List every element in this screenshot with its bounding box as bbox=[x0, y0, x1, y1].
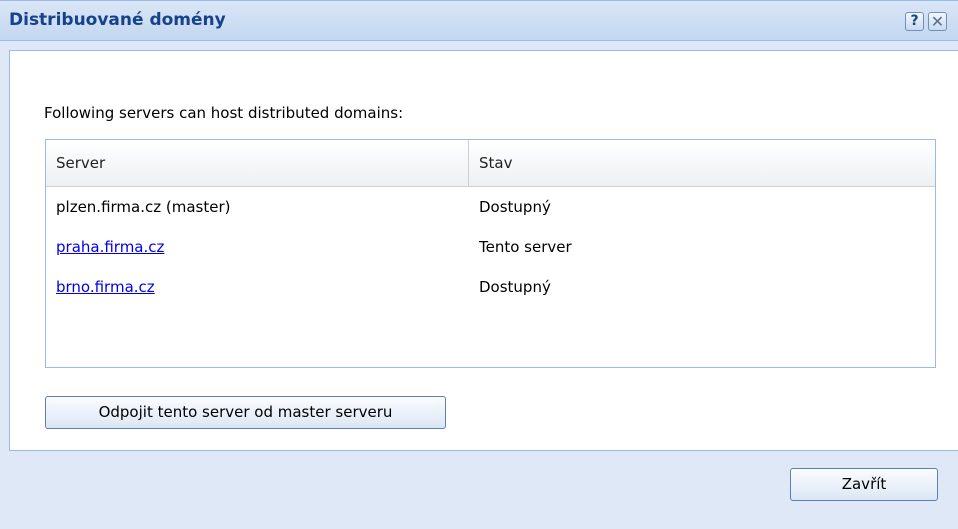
server-link[interactable]: brno.firma.cz bbox=[56, 278, 155, 296]
close-icon[interactable]: ✕ bbox=[928, 12, 947, 31]
status-cell: Dostupný bbox=[479, 198, 551, 216]
status-cell: Dostupný bbox=[479, 278, 551, 296]
grid-header: Server Stav bbox=[46, 140, 935, 187]
servers-grid: Server Stav plzen.firma.cz (master) Dost… bbox=[45, 139, 936, 368]
table-row[interactable]: praha.firma.cz Tento server bbox=[46, 227, 935, 267]
intro-text: Following servers can host distributed d… bbox=[44, 104, 404, 122]
disconnect-from-master-button[interactable]: Odpojit tento server od master serveru bbox=[45, 396, 446, 429]
column-header-server[interactable]: Server bbox=[46, 140, 469, 186]
distributed-domains-dialog: Distribuované domény ? ✕ Following serve… bbox=[0, 0, 958, 529]
server-cell: plzen.firma.cz (master) bbox=[56, 198, 231, 216]
dialog-title: Distribuované domény bbox=[9, 10, 226, 30]
close-button[interactable]: Zavřít bbox=[790, 468, 938, 501]
server-cell: praha.firma.cz bbox=[46, 227, 469, 267]
status-cell: Tento server bbox=[479, 238, 572, 256]
dialog-titlebar: Distribuované domény ? ✕ bbox=[0, 1, 958, 41]
column-header-status[interactable]: Stav bbox=[469, 140, 935, 186]
dialog-body: Following servers can host distributed d… bbox=[9, 50, 958, 451]
table-row[interactable]: brno.firma.cz Dostupný bbox=[46, 267, 935, 307]
server-link[interactable]: praha.firma.cz bbox=[56, 238, 164, 256]
table-row[interactable]: plzen.firma.cz (master) Dostupný bbox=[46, 187, 935, 227]
help-icon[interactable]: ? bbox=[905, 12, 924, 31]
server-cell: brno.firma.cz bbox=[46, 267, 469, 307]
